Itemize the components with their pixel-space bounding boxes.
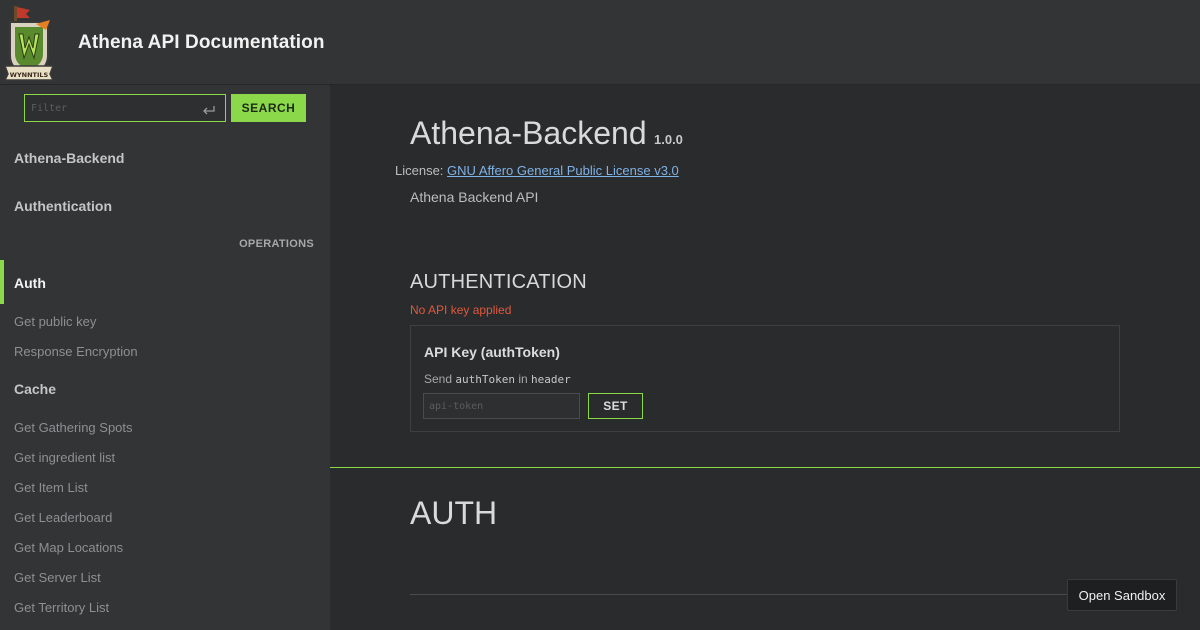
operations-label: OPERATIONS <box>239 238 314 250</box>
sidebar-item-get-leaderboard[interactable]: Get Leaderboard <box>14 510 112 525</box>
hint-in: in <box>518 372 528 386</box>
content-divider <box>410 594 1070 595</box>
open-sandbox-button[interactable]: Open Sandbox <box>1067 579 1177 611</box>
logo-ribbon-text: WYNNTILS <box>10 71 49 79</box>
enter-key-icon <box>203 106 215 115</box>
license-label: License: <box>395 163 444 178</box>
set-token-button[interactable]: SET <box>588 393 643 419</box>
sidebar-item-get-territory-list[interactable]: Get Territory List <box>14 600 109 615</box>
active-indicator <box>0 260 4 304</box>
auth-section-heading: AUTH <box>410 495 498 531</box>
section-divider <box>330 467 1200 468</box>
app-title: Athena API Documentation <box>78 32 325 53</box>
sidebar-item-get-item-list[interactable]: Get Item List <box>14 480 88 495</box>
api-key-hint: Send authToken in header <box>424 372 571 386</box>
sidebar-group-auth[interactable]: Auth <box>14 275 46 291</box>
top-bar: WYNNTILS Athena API Documentation <box>0 0 1200 85</box>
auth-warning: No API key applied <box>410 303 512 317</box>
license-link[interactable]: GNU Affero General Public License v3.0 <box>447 163 679 178</box>
sidebar: SEARCH Athena-Backend Authentication OPE… <box>0 85 330 630</box>
sidebar-item-athena-backend[interactable]: Athena-Backend <box>14 150 124 166</box>
filter-box <box>24 94 226 122</box>
hint-location: header <box>531 373 571 386</box>
api-token-input[interactable] <box>423 393 580 419</box>
api-key-panel: API Key (authToken) Send authToken in he… <box>410 325 1120 432</box>
main-content: Athena-Backend 1.0.0 License: GNU Affero… <box>330 85 1200 630</box>
sidebar-item-response-encryption[interactable]: Response Encryption <box>14 344 138 359</box>
api-title: Athena-Backend <box>410 115 647 151</box>
license-row: License: GNU Affero General Public Licen… <box>395 163 679 178</box>
sidebar-item-get-public-key[interactable]: Get public key <box>14 314 96 329</box>
sidebar-item-authentication[interactable]: Authentication <box>14 198 112 214</box>
authentication-heading: AUTHENTICATION <box>410 271 587 293</box>
search-button[interactable]: SEARCH <box>231 94 306 122</box>
wynntils-logo-icon[interactable]: WYNNTILS <box>4 4 54 82</box>
api-key-title: API Key (authToken) <box>424 344 560 360</box>
sidebar-item-get-gathering-spots[interactable]: Get Gathering Spots <box>14 420 133 435</box>
sidebar-item-get-ingredient-list[interactable]: Get ingredient list <box>14 450 115 465</box>
api-description: Athena Backend API <box>410 189 539 205</box>
api-version: 1.0.0 <box>654 132 683 147</box>
sidebar-group-cache[interactable]: Cache <box>14 381 56 397</box>
hint-param: authToken <box>455 373 515 386</box>
filter-input[interactable] <box>25 95 197 121</box>
sidebar-item-get-map-locations[interactable]: Get Map Locations <box>14 540 123 555</box>
hint-send: Send <box>424 372 453 386</box>
sidebar-item-get-server-list[interactable]: Get Server List <box>14 570 101 585</box>
